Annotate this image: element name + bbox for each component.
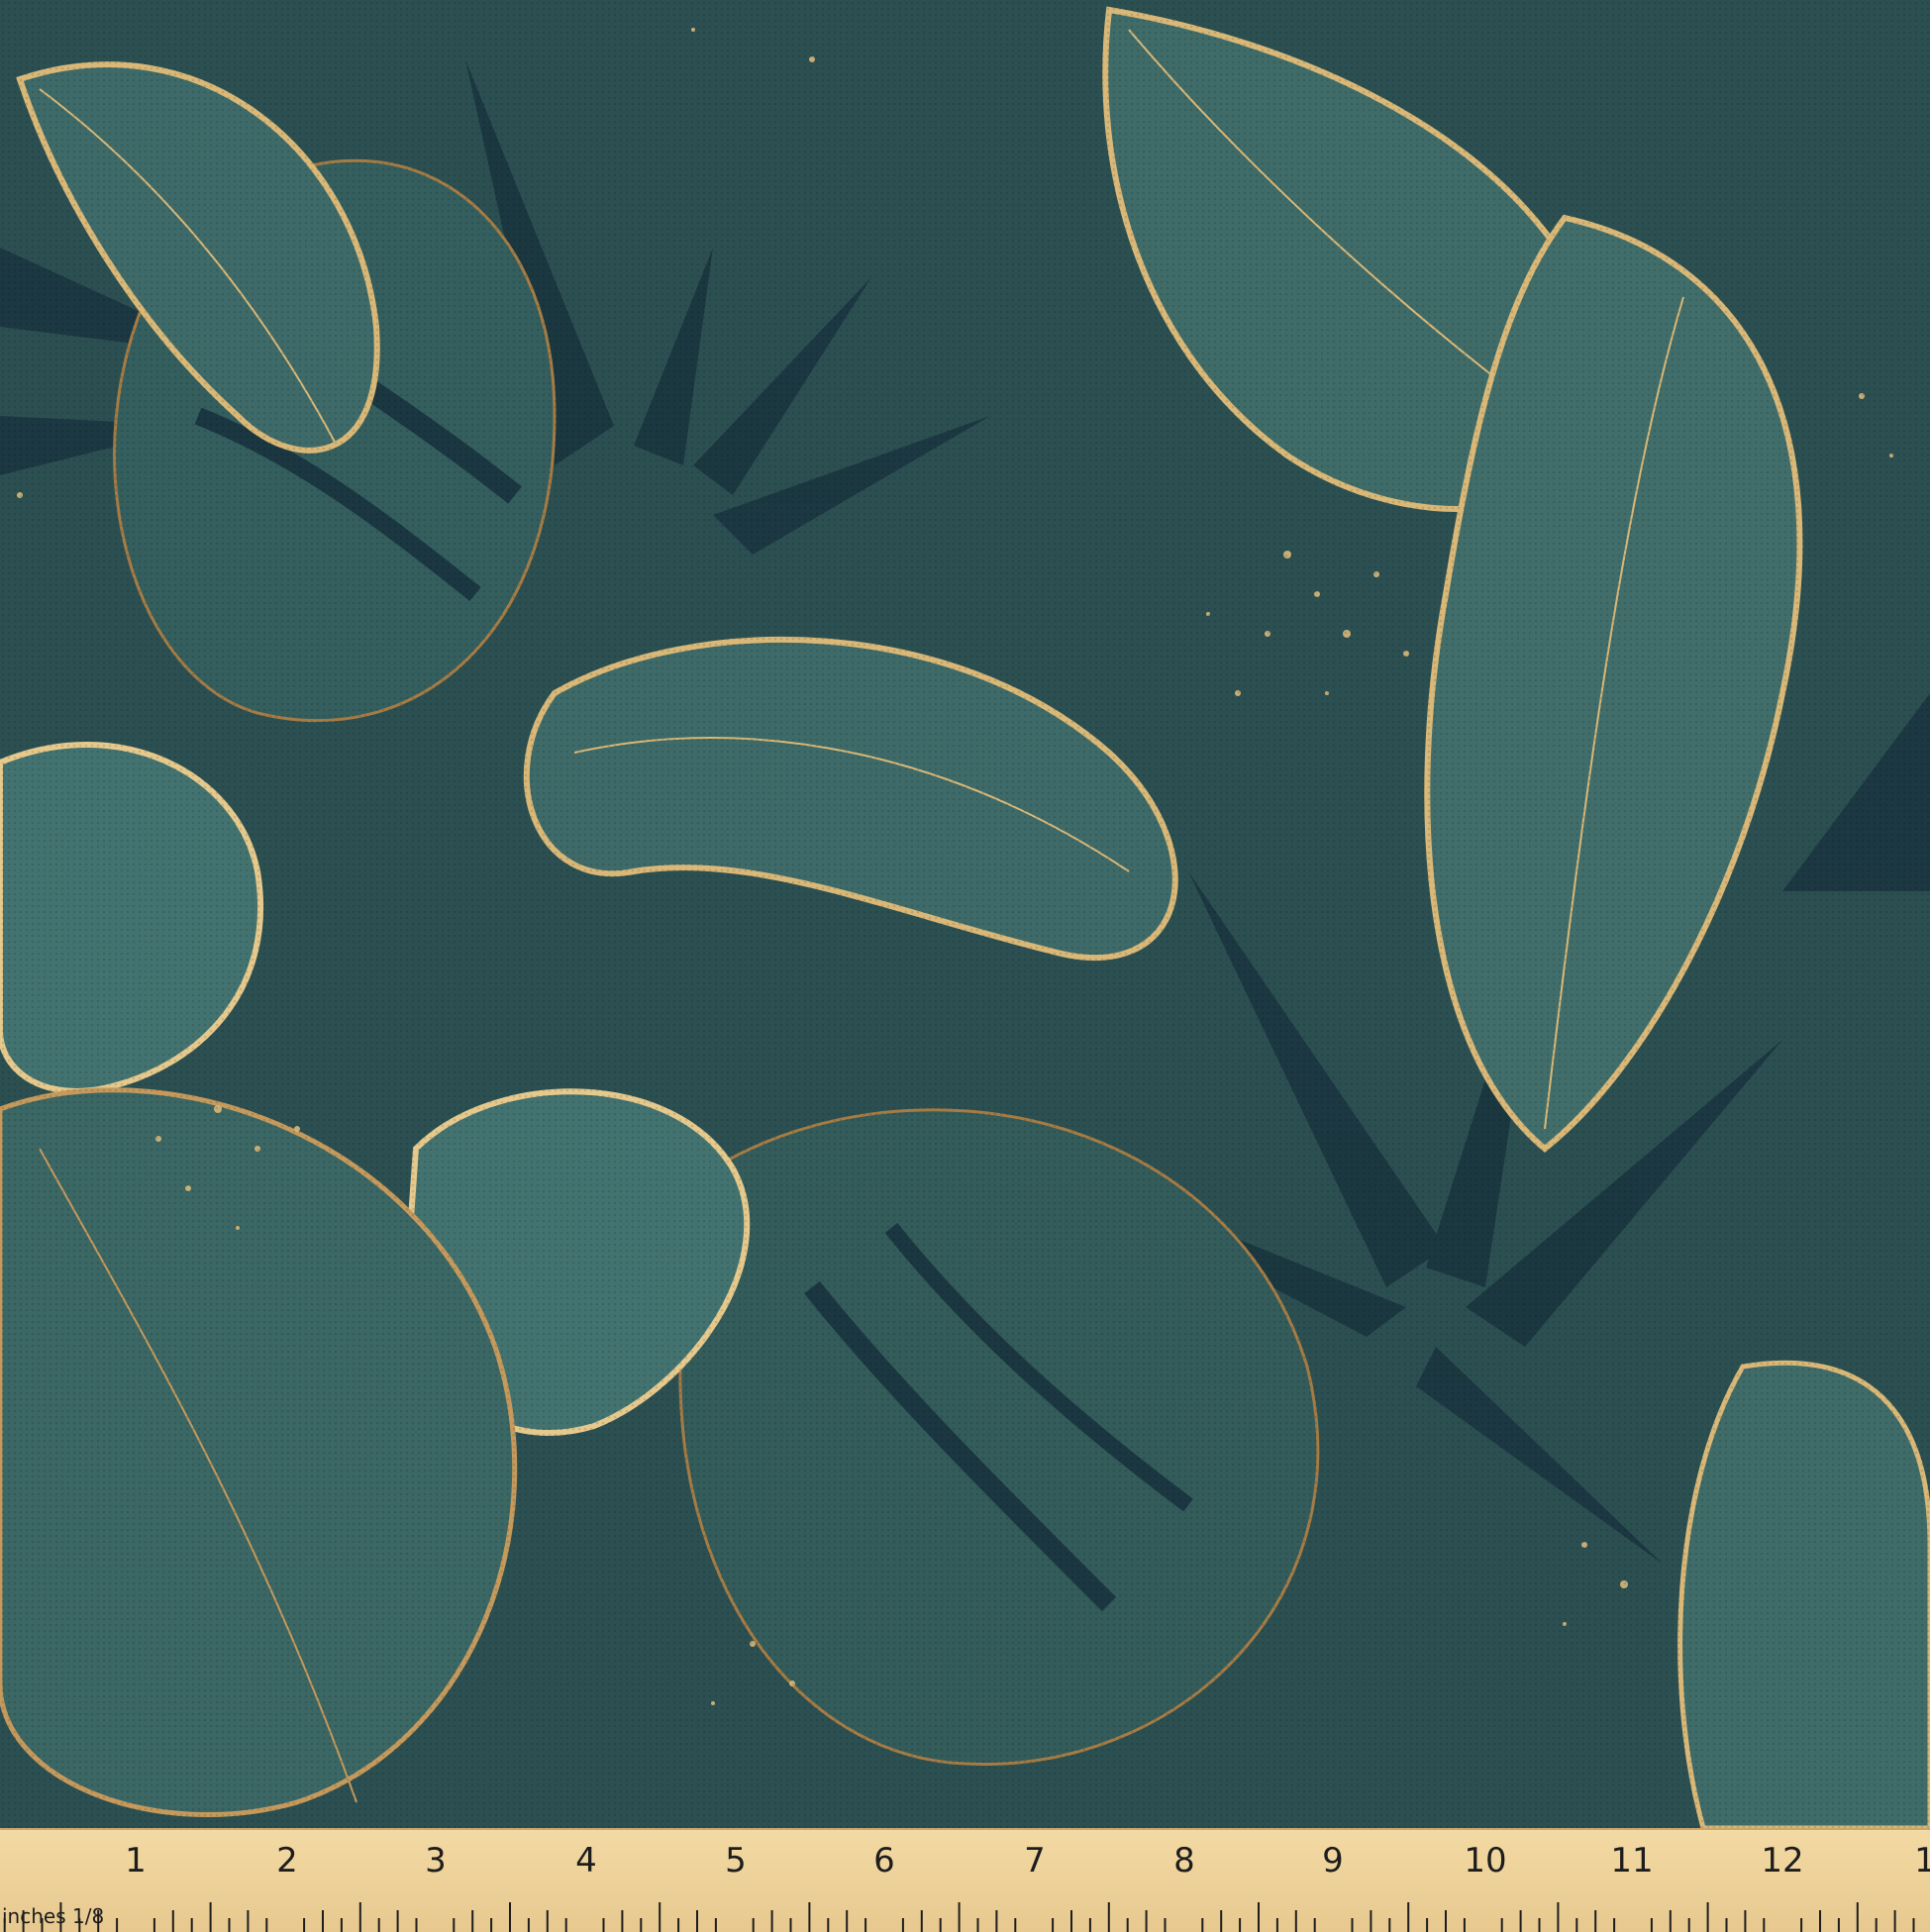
- ruler-number: 12: [1761, 1841, 1804, 1881]
- ruler-number: 5: [725, 1841, 747, 1881]
- ruler-number: 9: [1322, 1841, 1344, 1881]
- ruler-number: 2: [276, 1841, 298, 1881]
- measurement-ruler: 1 2 3 4 5 6 7 8 9 10 11 12 1 inches 1/8: [0, 1828, 1930, 1932]
- ruler-number: 1: [1914, 1841, 1930, 1881]
- ruler-number: 7: [1024, 1841, 1046, 1881]
- tropical-leaf-fabric-pattern: [0, 0, 1930, 1828]
- ruler-number: 1: [125, 1841, 147, 1881]
- ruler-number: 4: [575, 1841, 597, 1881]
- ruler-number: 6: [873, 1841, 895, 1881]
- ruler-number: 8: [1173, 1841, 1195, 1881]
- ruler-number: 11: [1610, 1841, 1654, 1881]
- ruler-number: 10: [1464, 1841, 1507, 1881]
- ruler-number: 3: [425, 1841, 447, 1881]
- ruler-unit-label: inches 1/8: [2, 1904, 105, 1928]
